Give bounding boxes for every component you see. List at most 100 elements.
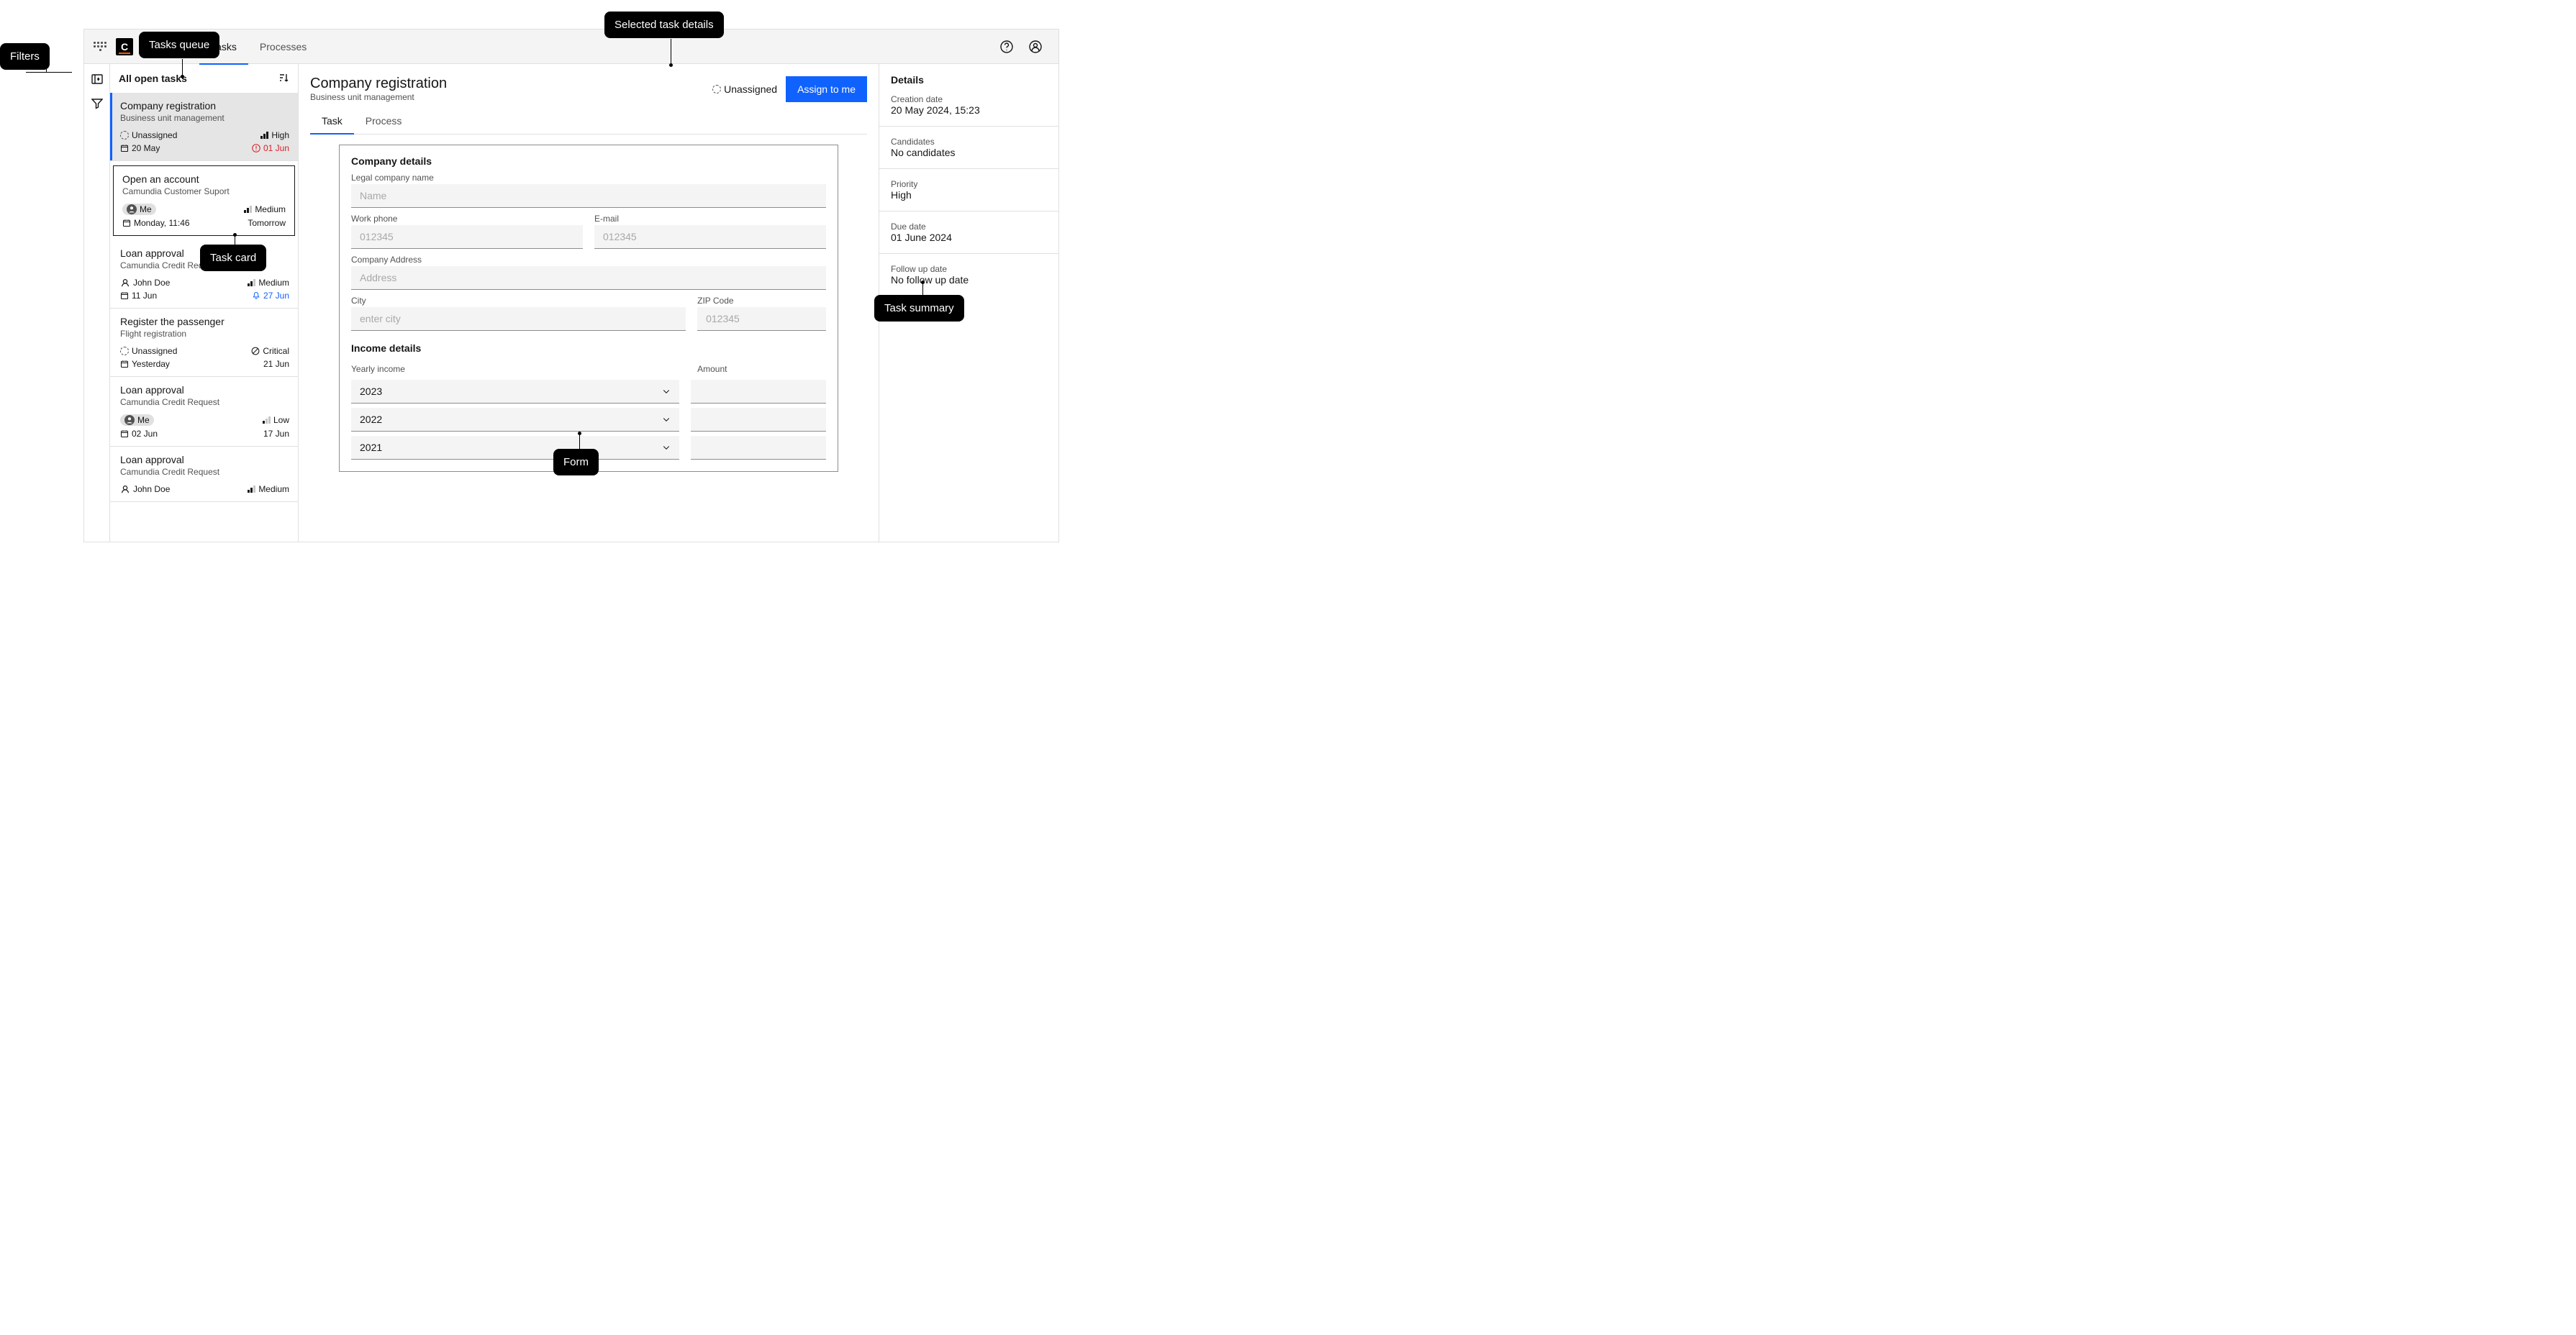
- filter-button[interactable]: [89, 96, 105, 111]
- input-amount[interactable]: [691, 380, 826, 404]
- summary-due-label: Due date: [891, 222, 1047, 232]
- detail-header: Company registration Business unit manag…: [310, 64, 867, 108]
- brand-letter: C: [121, 41, 128, 53]
- unassigned-icon: [712, 85, 721, 94]
- priority-label: Medium: [255, 204, 286, 214]
- input-amount[interactable]: [691, 436, 826, 460]
- task-card[interactable]: Register the passenger Flight registrati…: [110, 309, 298, 377]
- select-value: 2021: [360, 442, 382, 453]
- expand-panel-button[interactable]: [89, 71, 105, 87]
- summary-candidates-value: No candidates: [891, 147, 1047, 158]
- summary-candidates-label: Candidates: [891, 137, 1047, 147]
- input-city[interactable]: [351, 307, 686, 331]
- assign-to-me-button[interactable]: Assign to me: [786, 76, 867, 102]
- priority-bars-icon: [260, 132, 268, 139]
- created-label: 20 May: [132, 143, 160, 153]
- input-phone[interactable]: [351, 225, 583, 249]
- label-address: Company Address: [351, 255, 826, 265]
- bell-icon: [252, 291, 260, 300]
- detail-tabs: Task Process: [310, 108, 867, 135]
- select-value: 2023: [360, 386, 382, 397]
- assignee-label: Me: [137, 415, 150, 425]
- callout-tasks-queue: Tasks queue: [139, 32, 219, 58]
- app-switcher-icon[interactable]: [93, 40, 107, 54]
- tab-process[interactable]: Process: [354, 108, 414, 134]
- block-icon: [251, 347, 260, 355]
- task-title: Company registration: [120, 100, 289, 111]
- input-legal-name[interactable]: [351, 184, 826, 208]
- task-subtitle: Camundia Credit Request: [120, 467, 289, 477]
- unassigned-icon: [120, 131, 129, 140]
- section-company-details: Company details: [351, 155, 826, 167]
- input-address[interactable]: [351, 266, 826, 290]
- task-card[interactable]: Loan approval Camundia Credit Request Jo…: [110, 447, 298, 502]
- queue-title: All open tasks: [119, 73, 187, 84]
- nav-processes[interactable]: Processes: [248, 29, 318, 64]
- detail-assignee: Unassigned: [712, 83, 777, 95]
- filter-icon: [91, 98, 103, 109]
- user-solid-icon: [127, 204, 137, 214]
- callout-task-summary: Task summary: [874, 295, 964, 322]
- priority-bars-icon: [248, 486, 255, 493]
- priority-bars-icon: [248, 279, 255, 286]
- section-income-details: Income details: [351, 342, 826, 354]
- button-label: Assign to me: [797, 83, 856, 95]
- label-amount: Amount: [697, 364, 826, 374]
- user-icon: [120, 278, 130, 288]
- tab-label: Task: [322, 115, 343, 127]
- created-label: Yesterday: [132, 359, 170, 369]
- brand-logo: C: [116, 38, 133, 55]
- assignee-label: John Doe: [133, 278, 170, 288]
- task-card[interactable]: Open an account Camundia Customer Suport…: [113, 165, 295, 236]
- callout-label: Form: [563, 456, 589, 468]
- input-zip[interactable]: [697, 307, 826, 331]
- me-pill: Me: [120, 414, 154, 426]
- due-label: 27 Jun: [263, 291, 289, 301]
- summary-priority-value: High: [891, 189, 1047, 201]
- chevron-down-icon: [662, 415, 671, 424]
- priority-label: High: [271, 130, 289, 140]
- summary-followup-label: Follow up date: [891, 264, 1047, 274]
- calendar-icon: [120, 291, 129, 300]
- tab-task[interactable]: Task: [310, 108, 354, 134]
- callout-selected-task-details: Selected task details: [604, 12, 724, 38]
- priority-label: Medium: [258, 484, 289, 494]
- detail-title: Company registration: [310, 76, 447, 92]
- user-button[interactable]: [1021, 32, 1050, 61]
- select-year[interactable]: 2021: [351, 436, 679, 460]
- help-icon: [999, 40, 1014, 54]
- summary-due-value: 01 June 2024: [891, 232, 1047, 243]
- priority-bars-icon: [244, 206, 252, 213]
- task-title: Open an account: [122, 173, 286, 185]
- nav-label: Processes: [260, 41, 307, 53]
- assignee-label: Unassigned: [132, 346, 177, 356]
- label-phone: Work phone: [351, 214, 583, 224]
- help-button[interactable]: [992, 32, 1021, 61]
- callout-label: Task summary: [884, 302, 954, 314]
- assignee-label: Unassigned: [724, 83, 777, 95]
- calendar-icon: [122, 219, 131, 227]
- created-label: 02 Jun: [132, 429, 158, 439]
- calendar-icon: [120, 360, 129, 368]
- detail-subtitle: Business unit management: [310, 92, 447, 102]
- priority-label: Medium: [258, 278, 289, 288]
- task-list[interactable]: Company registration Business unit manag…: [110, 93, 298, 542]
- task-subtitle: Flight registration: [120, 329, 289, 339]
- priority-label: Critical: [263, 346, 289, 356]
- input-amount[interactable]: [691, 408, 826, 432]
- select-year[interactable]: 2023: [351, 380, 679, 404]
- calendar-icon: [120, 144, 129, 152]
- calendar-icon: [120, 429, 129, 438]
- task-card[interactable]: Company registration Business unit manag…: [110, 93, 298, 161]
- input-email[interactable]: [594, 225, 826, 249]
- sort-button[interactable]: [278, 72, 289, 86]
- task-card[interactable]: Loan approval Camundia Credit Request Me…: [110, 377, 298, 447]
- task-title: Register the passenger: [120, 316, 289, 327]
- due-label: 01 Jun: [263, 143, 289, 153]
- select-year[interactable]: 2022: [351, 408, 679, 432]
- callout-task-card: Task card: [200, 245, 266, 271]
- expand-panel-icon: [91, 73, 103, 85]
- callout-form: Form: [553, 449, 599, 475]
- unassigned-icon: [120, 347, 129, 355]
- tab-label: Process: [366, 115, 402, 127]
